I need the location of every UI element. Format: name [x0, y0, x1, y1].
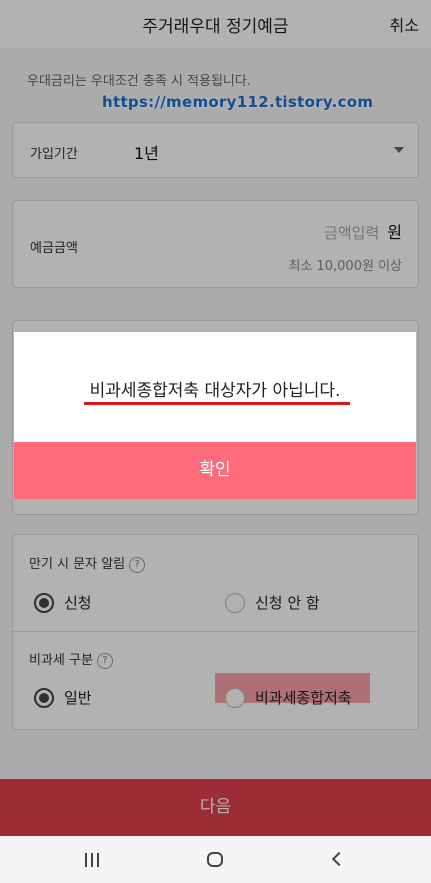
confirm-button[interactable]: 확인 — [14, 442, 416, 499]
home-icon[interactable] — [207, 852, 223, 867]
dialog-message: 비과세종합저축 대상자가 아닙니다. — [89, 381, 341, 401]
system-navbar — [0, 836, 431, 883]
recent-apps-icon[interactable] — [85, 853, 101, 867]
back-icon[interactable] — [331, 851, 347, 867]
alert-dialog: 비과세종합저축 대상자가 아닙니다. 확인 — [14, 332, 416, 499]
message-underline — [84, 402, 350, 405]
